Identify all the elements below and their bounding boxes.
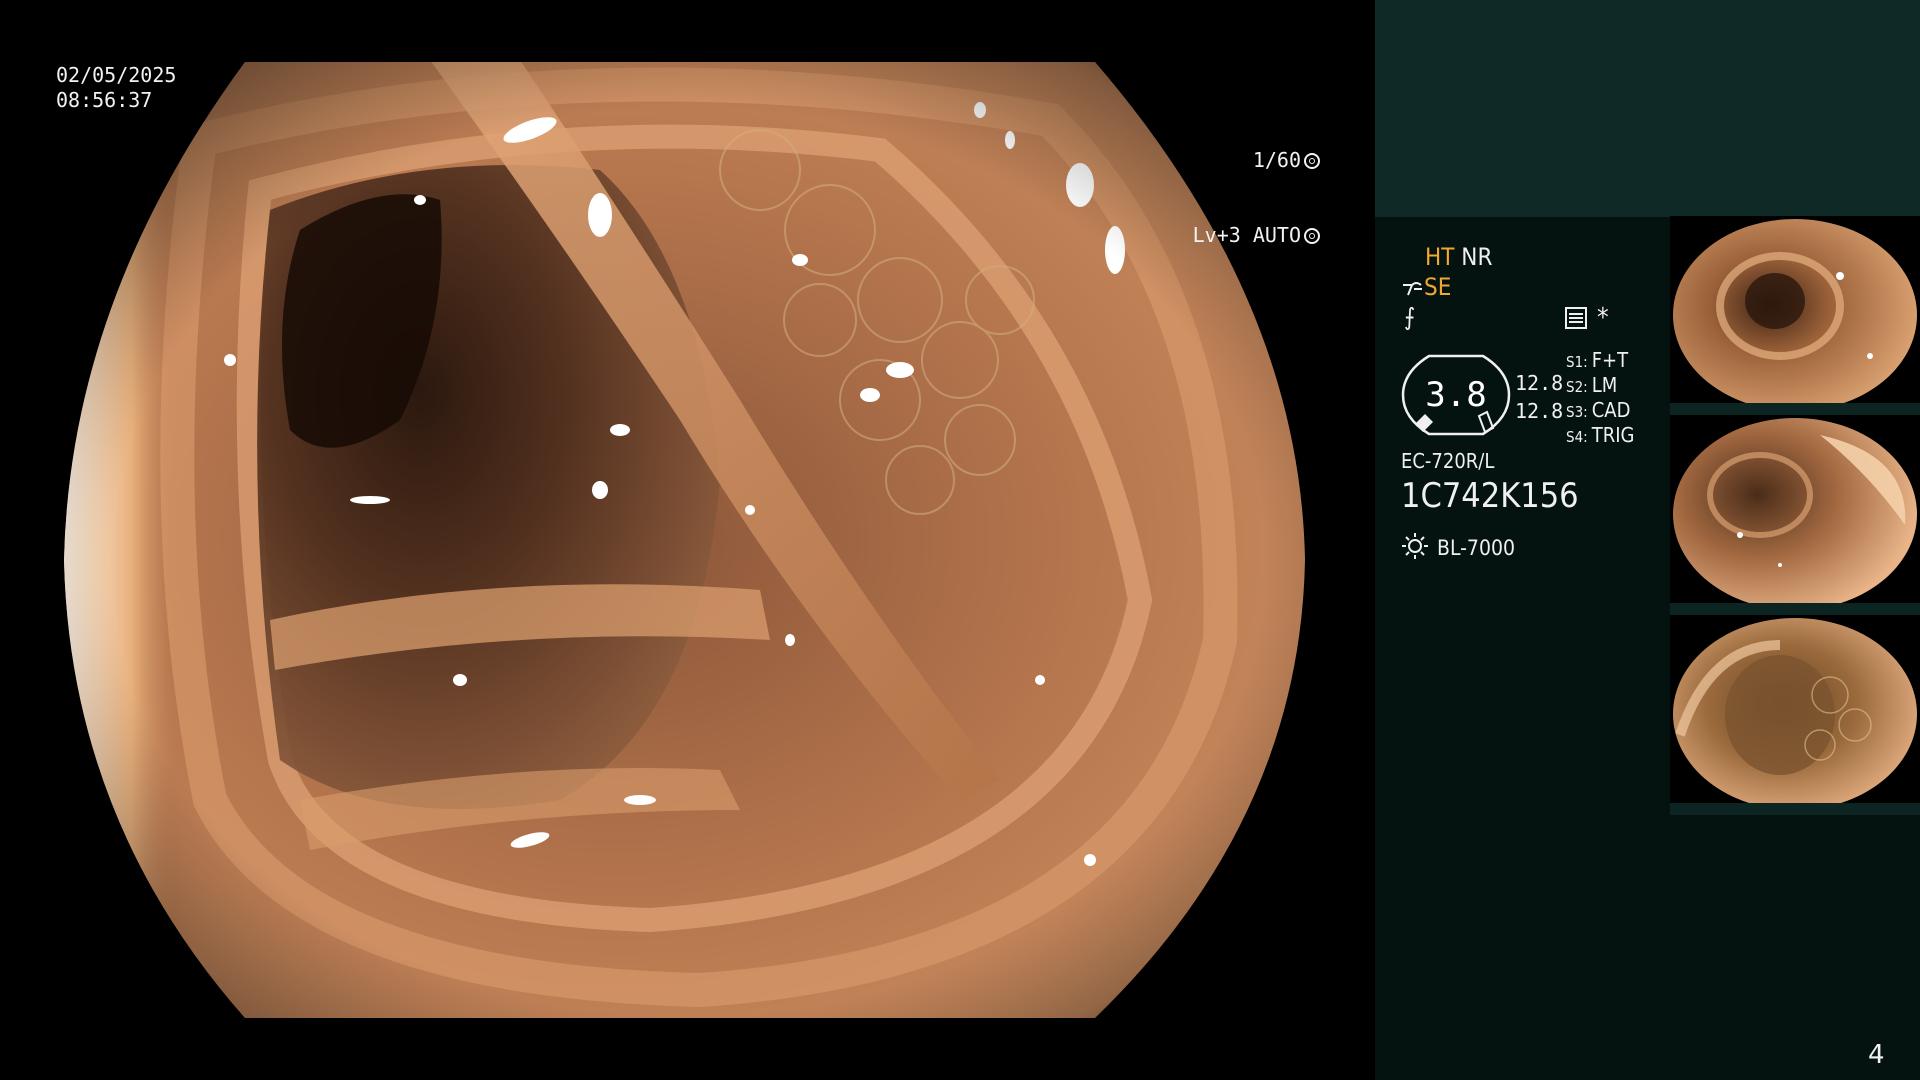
filter-icon: ⨍ (1404, 303, 1416, 331)
se-label: SE (1424, 273, 1452, 301)
thumbnail-image (1673, 418, 1917, 610)
switch-key: S4: (1566, 428, 1588, 446)
nr-label: NR (1461, 243, 1493, 271)
switch-row: S4: TRIG (1566, 423, 1634, 447)
endoscopic-image: 02/05/2025 08:56:37 1/60 Lv+3 AUTO (0, 0, 1375, 1080)
switch-key: S3: (1566, 403, 1588, 421)
thumbnail-caption-bar (1670, 603, 1920, 615)
thumbnail-image (1673, 618, 1917, 810)
switch-row: S2: LM (1566, 373, 1617, 397)
structure-enhance-icon (1403, 282, 1422, 296)
thumbnail-image (1673, 219, 1917, 411)
scope-serial: 1C742K156 (1401, 476, 1579, 516)
switch-row: S3: CAD (1566, 398, 1630, 422)
image-settings-icon (1565, 307, 1587, 329)
filter-row: ⨍ (1404, 303, 1415, 331)
switch-value: CAD (1591, 398, 1631, 422)
asterisk-label: * (1597, 303, 1609, 333)
light-source-row: BL-7000 (1401, 532, 1515, 560)
image-mode-row: HT NR (1425, 243, 1492, 271)
date-time-overlay: 02/05/2025 08:56:37 (56, 63, 176, 113)
scope-model: EC-720R/L (1401, 449, 1495, 473)
light-source-label: BL-7000 (1437, 536, 1516, 560)
shutter-label: 1/60 (1252, 148, 1301, 172)
switch-key: S1: (1566, 353, 1588, 371)
structure-enhance-row: SE (1402, 273, 1451, 301)
thumbnail-caption-bar (1670, 403, 1920, 415)
page-number: 4 (1868, 1040, 1885, 1070)
captured-thumbnail[interactable] (1670, 216, 1920, 414)
zoom-value: 3.8 (1425, 375, 1487, 415)
switch-value: LM (1591, 373, 1618, 397)
switch-key: S2: (1566, 378, 1588, 396)
captured-thumbnail[interactable] (1670, 415, 1920, 613)
endoscopy-screen: 02/05/2025 08:56:37 1/60 Lv+3 AUTO HT NR … (0, 0, 1920, 1080)
zoom-value-upper: 12.8 (1515, 371, 1564, 395)
exposure-overlay: 1/60 Lv+3 AUTO (1150, 98, 1320, 298)
iris-label: Lv+3 AUTO (1192, 223, 1301, 247)
light-source-icon (1402, 533, 1428, 559)
captured-thumbnail[interactable] (1670, 615, 1920, 813)
ht-label: HT (1425, 243, 1455, 271)
zoom-value-lower: 12.8 (1515, 399, 1564, 423)
date-label: 02/05/2025 (56, 63, 177, 87)
switch-value: TRIG (1591, 423, 1635, 447)
iris-icon (1304, 228, 1320, 244)
time-label: 08:56:37 (56, 88, 153, 112)
switch-value: F+T (1591, 348, 1629, 372)
switch-row: S1: F+T (1566, 348, 1628, 372)
thumbnail-caption-bar (1670, 803, 1920, 815)
shutter-icon (1304, 153, 1320, 169)
info-panel-header-band (1375, 0, 1920, 217)
